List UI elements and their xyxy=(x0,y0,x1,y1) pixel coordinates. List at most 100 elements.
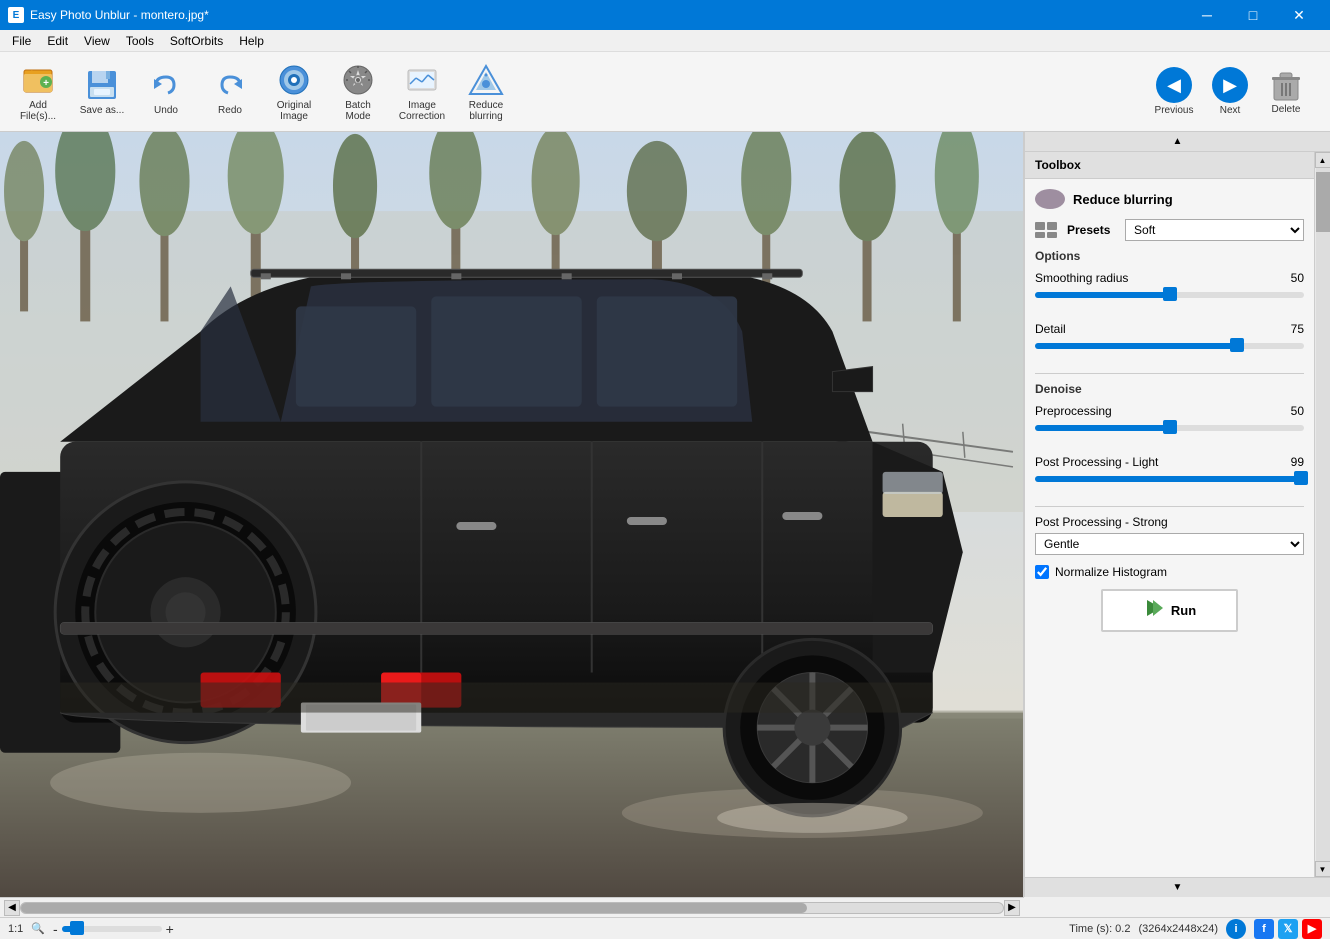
twitter-icon[interactable]: 𝕏 xyxy=(1278,919,1298,939)
undo-button[interactable]: Undo xyxy=(136,57,196,127)
next-icon: ▶ xyxy=(1212,67,1248,103)
youtube-icon[interactable]: ▶ xyxy=(1302,919,1322,939)
detail-header: Detail 75 xyxy=(1035,322,1304,336)
scroll-right-arrow[interactable]: ▶ xyxy=(1004,900,1020,916)
menu-file[interactable]: File xyxy=(4,32,39,50)
image-container xyxy=(0,132,1023,897)
post-processing-strong-label: Post Processing - Strong xyxy=(1035,515,1168,529)
zoom-plus[interactable]: + xyxy=(166,921,174,937)
main-area: ▲ Toolbox Reduce blurring xyxy=(0,132,1330,897)
post-processing-strong-select[interactable]: Gentle Normal Strong xyxy=(1035,533,1304,555)
reduce-blurring-button[interactable]: Reduce blurring xyxy=(456,57,516,127)
zoom-thumb[interactable] xyxy=(70,921,84,935)
normalize-histogram-checkbox[interactable] xyxy=(1035,565,1049,579)
presets-row: Presets Soft Normal Strong Custom xyxy=(1035,219,1304,241)
reduce-blurring-icon xyxy=(468,62,504,98)
zoom-slider-container[interactable]: - + xyxy=(53,921,174,937)
add-files-label: Add File(s)... xyxy=(20,100,56,122)
maximize-button[interactable]: □ xyxy=(1230,0,1276,30)
status-bar: 1:1 🔍 - + Time (s): 0.2 (3264x2448x24) i… xyxy=(0,917,1330,939)
redo-label: Redo xyxy=(218,105,242,116)
close-button[interactable]: ✕ xyxy=(1276,0,1322,30)
toolbox-scroll-down[interactable]: ▼ xyxy=(1024,877,1330,897)
detail-thumb[interactable] xyxy=(1230,338,1244,352)
delete-label: Delete xyxy=(1272,104,1301,115)
redo-button[interactable]: Redo xyxy=(200,57,260,127)
detail-slider-container[interactable] xyxy=(1035,343,1304,363)
detail-fill xyxy=(1035,343,1237,349)
delete-icon xyxy=(1268,68,1304,104)
scroll-up-arrow[interactable]: ▲ xyxy=(1315,152,1330,168)
presets-select[interactable]: Soft Normal Strong Custom xyxy=(1125,219,1304,241)
original-image-icon xyxy=(276,62,312,98)
post-processing-light-thumb[interactable] xyxy=(1294,471,1308,485)
scroll-left-arrow[interactable]: ◀ xyxy=(4,900,20,916)
preprocessing-thumb[interactable] xyxy=(1163,420,1177,434)
menu-view[interactable]: View xyxy=(76,32,118,50)
menu-bar: File Edit View Tools SoftOrbits Help xyxy=(0,30,1330,52)
detail-track xyxy=(1035,343,1304,349)
post-processing-light-slider-container[interactable] xyxy=(1035,476,1304,496)
preprocessing-fill xyxy=(1035,425,1170,431)
zoom-track[interactable] xyxy=(62,926,162,932)
next-button[interactable]: ▶ Next xyxy=(1202,57,1258,127)
options-label: Options xyxy=(1035,249,1304,263)
normalize-histogram-row: Normalize Histogram xyxy=(1035,565,1304,579)
next-label: Next xyxy=(1220,105,1241,116)
zoom-minus[interactable]: - xyxy=(53,921,58,937)
nav-buttons: ◀ Previous ▶ Next Delete xyxy=(1146,57,1314,127)
menu-softorbits[interactable]: SoftOrbits xyxy=(162,32,231,50)
scroll-thumb-h[interactable] xyxy=(21,903,807,913)
previous-button[interactable]: ◀ Previous xyxy=(1146,57,1202,127)
smoothing-radius-label: Smoothing radius xyxy=(1035,271,1128,285)
scroll-down-arrow[interactable]: ▼ xyxy=(1315,861,1330,877)
image-area[interactable] xyxy=(0,132,1024,897)
smoothing-radius-thumb[interactable] xyxy=(1163,287,1177,301)
toolbox-title: Toolbox xyxy=(1035,158,1081,172)
toolbox-scrollbar: ▲ ▼ xyxy=(1314,152,1330,877)
minimize-button[interactable]: ─ xyxy=(1184,0,1230,30)
car-svg xyxy=(0,132,1023,897)
delete-button[interactable]: Delete xyxy=(1258,57,1314,127)
toolbox-panel: Toolbox Reduce blurring xyxy=(1024,152,1314,877)
preprocessing-row: Preprocessing 50 xyxy=(1035,404,1304,445)
preprocessing-slider-container[interactable] xyxy=(1035,425,1304,445)
menu-edit[interactable]: Edit xyxy=(39,32,76,50)
status-left: 1:1 🔍 - + xyxy=(8,921,174,937)
add-files-icon: + xyxy=(20,62,56,98)
image-correction-label: Image Correction xyxy=(399,100,445,122)
svg-text:+: + xyxy=(43,78,49,89)
denoise-label: Denoise xyxy=(1035,382,1304,396)
detail-row: Detail 75 xyxy=(1035,322,1304,363)
menu-tools[interactable]: Tools xyxy=(118,32,162,50)
reduce-blurring-icon xyxy=(1035,189,1065,209)
smoothing-radius-slider-container[interactable] xyxy=(1035,292,1304,312)
image-correction-button[interactable]: Image Correction xyxy=(392,57,452,127)
window-title: Easy Photo Unblur - montero.jpg* xyxy=(30,8,1184,22)
dimensions-label: (3264x2448x24) xyxy=(1138,923,1218,935)
save-as-button[interactable]: Save as... xyxy=(72,57,132,127)
smoothing-radius-track xyxy=(1035,292,1304,298)
facebook-icon[interactable]: f xyxy=(1254,919,1274,939)
presets-label: Presets xyxy=(1067,223,1117,237)
reduce-blurring-label: Reduce blurring xyxy=(1073,192,1173,207)
batch-mode-button[interactable]: Batch Mode xyxy=(328,57,388,127)
toolbox-scroll-up[interactable]: ▲ xyxy=(1024,132,1330,152)
add-files-button[interactable]: + Add File(s)... xyxy=(8,57,68,127)
status-right: Time (s): 0.2 (3264x2448x24) i f 𝕏 ▶ xyxy=(1069,919,1322,939)
redo-icon xyxy=(212,67,248,103)
run-label: Run xyxy=(1171,603,1196,618)
scroll-thumb[interactable] xyxy=(1316,172,1330,232)
horizontal-scrollbar[interactable]: ◀ ▶ xyxy=(0,897,1024,917)
original-image-button[interactable]: Original Image xyxy=(264,57,324,127)
time-label: Time (s): 0.2 xyxy=(1069,923,1130,935)
run-button[interactable]: Run xyxy=(1101,589,1238,632)
post-processing-strong-header: Post Processing - Strong xyxy=(1035,515,1304,529)
menu-help[interactable]: Help xyxy=(231,32,272,50)
info-button[interactable]: i xyxy=(1226,919,1246,939)
reduce-blurring-row: Reduce blurring xyxy=(1035,189,1304,209)
post-processing-light-track xyxy=(1035,476,1304,482)
post-processing-light-header: Post Processing - Light 99 xyxy=(1035,455,1304,469)
window-controls: ─ □ ✕ xyxy=(1184,0,1322,30)
toolbox-body: Reduce blurring Presets Soft xyxy=(1025,179,1314,877)
